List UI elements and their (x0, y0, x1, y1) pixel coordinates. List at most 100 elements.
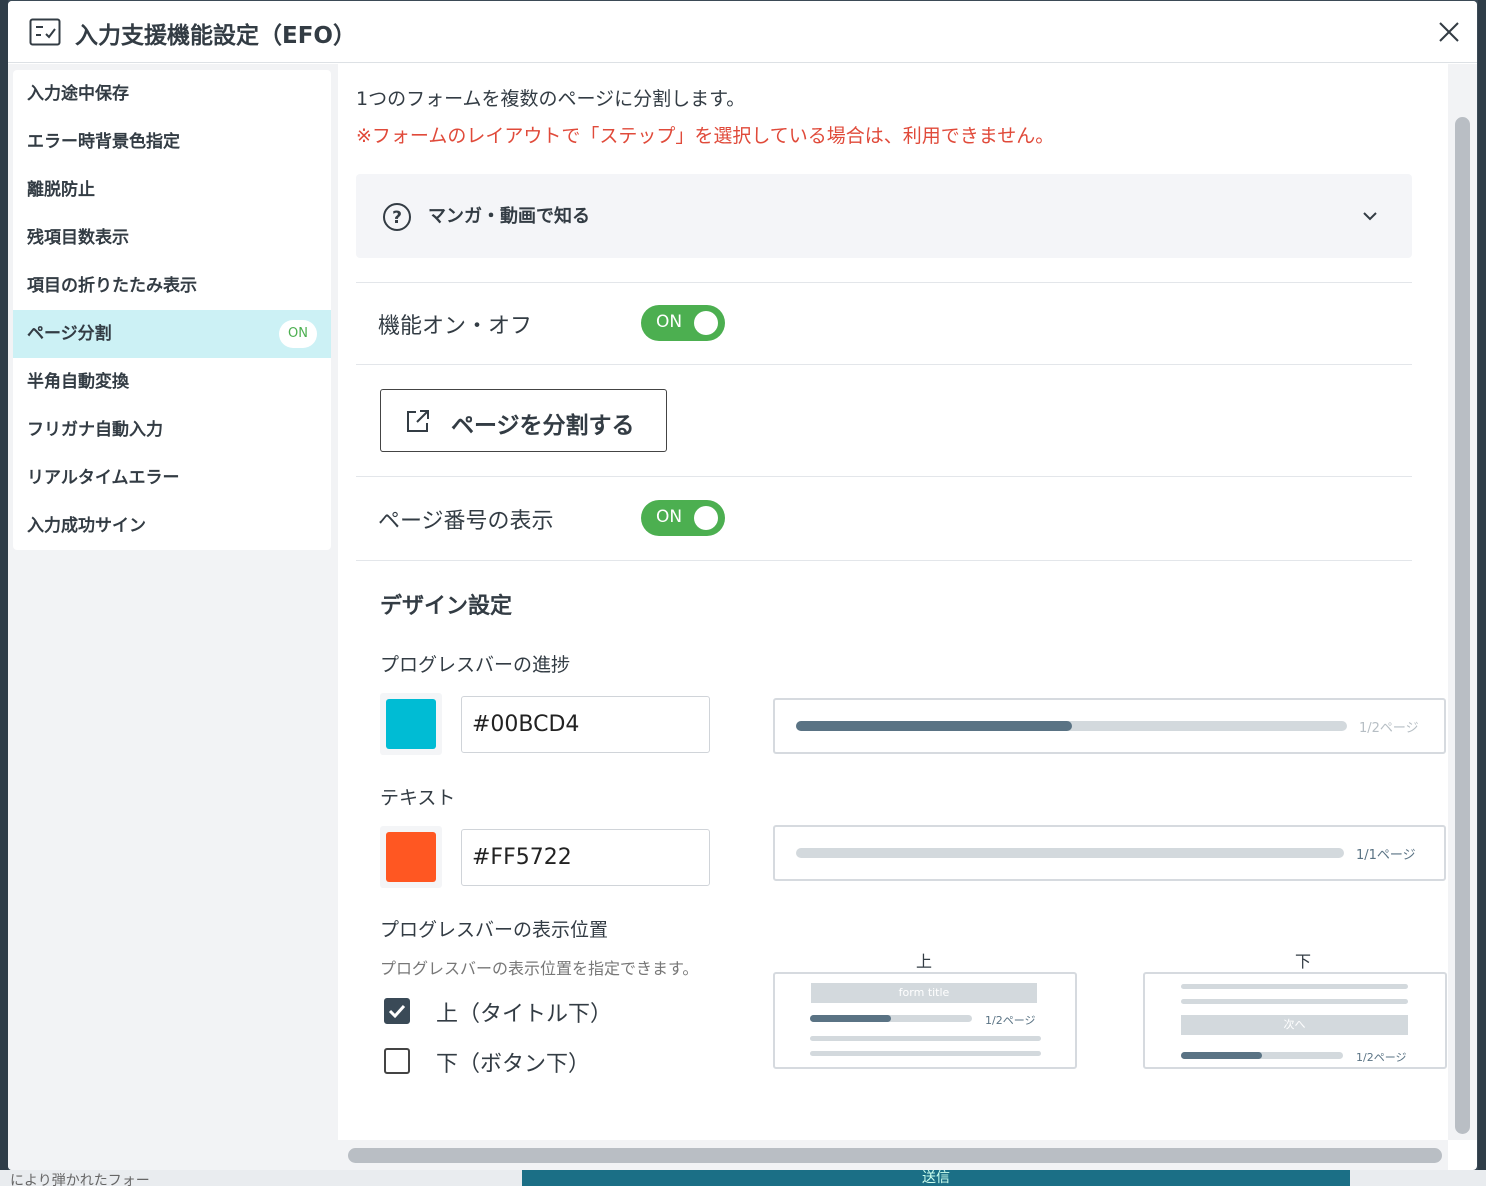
modal-title: 入力支援機能設定（EFO） (75, 23, 356, 49)
toggle-knob (694, 506, 718, 530)
divider (356, 560, 1412, 561)
mini-progress-fill (1181, 1052, 1262, 1059)
sidebar-item-label: 入力成功サイン (27, 516, 146, 536)
sidebar-item-success-sign[interactable]: 入力成功サイン (13, 502, 331, 550)
feature-toggle[interactable]: ON (641, 305, 725, 341)
main-content[interactable]: 1つのフォームを複数のページに分割します。 ※フォームのレイアウトで「ステップ」… (338, 64, 1448, 1140)
position-description: プログレスバーの表示位置を指定できます。 (380, 959, 699, 978)
text-color-input[interactable] (461, 829, 710, 886)
mini-line (810, 1036, 1041, 1041)
sidebar-item-collapse[interactable]: 項目の折りたたみ表示 (13, 262, 331, 310)
modal-header: 入力支援機能設定（EFO） (8, 1, 1477, 63)
manga-label: マンガ・動画で知る (428, 206, 590, 227)
sidebar-item-label: 項目の折りたたみ表示 (27, 276, 197, 296)
progress-track (796, 848, 1344, 858)
sidebar-item-label: 半角自動変換 (27, 372, 129, 392)
background-submit-button: 送信 (522, 1170, 1350, 1186)
text-color-preview: 1/1ページ (773, 825, 1446, 881)
manga-video-accordion[interactable]: ? マンガ・動画で知る (356, 174, 1412, 258)
divider (356, 476, 1412, 477)
horizontal-scrollbar[interactable] (338, 1140, 1448, 1170)
page-number-toggle-label: ページ番号の表示 (378, 509, 554, 534)
option-label: 下（ボタン下） (436, 1052, 591, 1077)
mini-page-text: 1/2ページ (985, 1014, 1036, 1027)
design-section-title: デザイン設定 (380, 594, 513, 619)
background-footer-text: により弾かれたフォー (10, 1173, 150, 1186)
divider (356, 364, 1412, 365)
position-title: プログレスバーの表示位置 (380, 919, 609, 941)
check-icon (388, 1004, 406, 1019)
external-link-icon (407, 410, 429, 432)
toggle-knob (694, 311, 718, 335)
sidebar-item-page-split[interactable]: ページ分割 ON (13, 310, 331, 358)
progress-color-input[interactable] (461, 696, 710, 753)
checklist-icon (29, 18, 61, 46)
sidebar-item-label: ページ分割 (27, 324, 112, 344)
page-number-toggle[interactable]: ON (641, 500, 725, 536)
sidebar-item-realtime-error[interactable]: リアルタイムエラー (13, 454, 331, 502)
mini-line (810, 1051, 1041, 1056)
sidebar-item-label: エラー時背景色指定 (27, 132, 180, 152)
status-badge: ON (279, 320, 317, 348)
divider (356, 282, 1412, 283)
vertical-scrollbar[interactable] (1448, 64, 1477, 1140)
text-color-swatch[interactable] (380, 826, 442, 888)
position-option-top[interactable]: 上（タイトル下） (384, 996, 624, 1027)
close-icon[interactable] (1436, 19, 1462, 45)
checkbox-checked[interactable] (384, 998, 410, 1024)
feature-toggle-label: 機能オン・オフ (378, 314, 533, 339)
mini-progress-track (1181, 1052, 1343, 1059)
warning-text: ※フォームのレイアウトで「ステップ」を選択している場合は、利用できません。 (356, 125, 1055, 147)
vertical-scroll-thumb[interactable] (1455, 117, 1470, 1134)
sidebar-item-label: リアルタイムエラー (27, 468, 180, 488)
sidebar-item-remaining-count[interactable]: 残項目数表示 (13, 214, 331, 262)
page-count-text: 1/1ページ (1356, 848, 1416, 863)
position-option-bottom[interactable]: 下（ボタン下） (384, 1046, 624, 1077)
bottom-position-heading: 下 (1295, 952, 1312, 971)
progress-color-swatch[interactable] (380, 693, 442, 755)
progress-fill (796, 721, 1072, 731)
chevron-down-icon (1363, 212, 1377, 221)
horizontal-scroll-thumb[interactable] (348, 1148, 1442, 1163)
top-position-heading: 上 (916, 952, 933, 971)
mini-next-button: 次へ (1181, 1015, 1408, 1035)
mini-form-title: form title (811, 983, 1037, 1003)
mini-progress-fill (810, 1015, 891, 1022)
progress-track (796, 721, 1347, 731)
sidebar-item-exit-prevention[interactable]: 離脱防止 (13, 166, 331, 214)
sidebar-item-furigana[interactable]: フリガナ自動入力 (13, 406, 331, 454)
top-layout-preview[interactable]: form title 1/2ページ (773, 972, 1077, 1069)
sidebar-item-label: フリガナ自動入力 (27, 420, 163, 440)
mini-line (1181, 984, 1408, 989)
progress-bar-preview: 1/2ページ (773, 698, 1446, 754)
sidebar-item-label: 残項目数表示 (27, 228, 129, 248)
text-color-chip (386, 832, 436, 882)
progress-color-chip (386, 699, 436, 749)
mini-line (1181, 999, 1408, 1004)
sidebar-item-error-background[interactable]: エラー時背景色指定 (13, 118, 331, 166)
sidebar-item-halfwidth[interactable]: 半角自動変換 (13, 358, 331, 406)
background-app-edge-right (1478, 0, 1486, 1186)
background-app-edge (0, 0, 8, 1186)
toggle-text: ON (656, 507, 683, 527)
split-page-button[interactable]: ページを分割する (380, 389, 667, 452)
sidebar-item-label: 入力途中保存 (27, 84, 129, 104)
mini-page-text: 1/2ページ (1356, 1051, 1407, 1064)
option-label: 上（タイトル下） (436, 1002, 613, 1027)
sidebar: 入力途中保存 エラー時背景色指定 離脱防止 残項目数表示 項目の折りたたみ表示 … (13, 70, 331, 550)
feature-description: 1つのフォームを複数のページに分割します。 (356, 88, 746, 110)
mini-progress-track (810, 1015, 972, 1022)
sidebar-item-autosave[interactable]: 入力途中保存 (13, 70, 331, 118)
checkbox-unchecked[interactable] (384, 1048, 410, 1074)
bottom-layout-preview[interactable]: 次へ 1/2ページ (1143, 972, 1447, 1069)
toggle-text: ON (656, 312, 683, 332)
sidebar-item-label: 離脱防止 (27, 180, 95, 200)
svg-text:?: ? (392, 208, 402, 228)
question-icon: ? (383, 203, 411, 231)
efo-settings-modal: 入力支援機能設定（EFO） 入力途中保存 エラー時背景色指定 離脱防止 残項目数… (8, 1, 1477, 1170)
progress-color-label: プログレスバーの進捗 (380, 654, 571, 676)
sidebar-area: 入力途中保存 エラー時背景色指定 離脱防止 残項目数表示 項目の折りたたみ表示 … (8, 64, 338, 1170)
page-count-text: 1/2ページ (1359, 721, 1419, 736)
text-color-label: テキスト (380, 787, 456, 809)
split-button-label: ページを分割する (451, 413, 635, 439)
